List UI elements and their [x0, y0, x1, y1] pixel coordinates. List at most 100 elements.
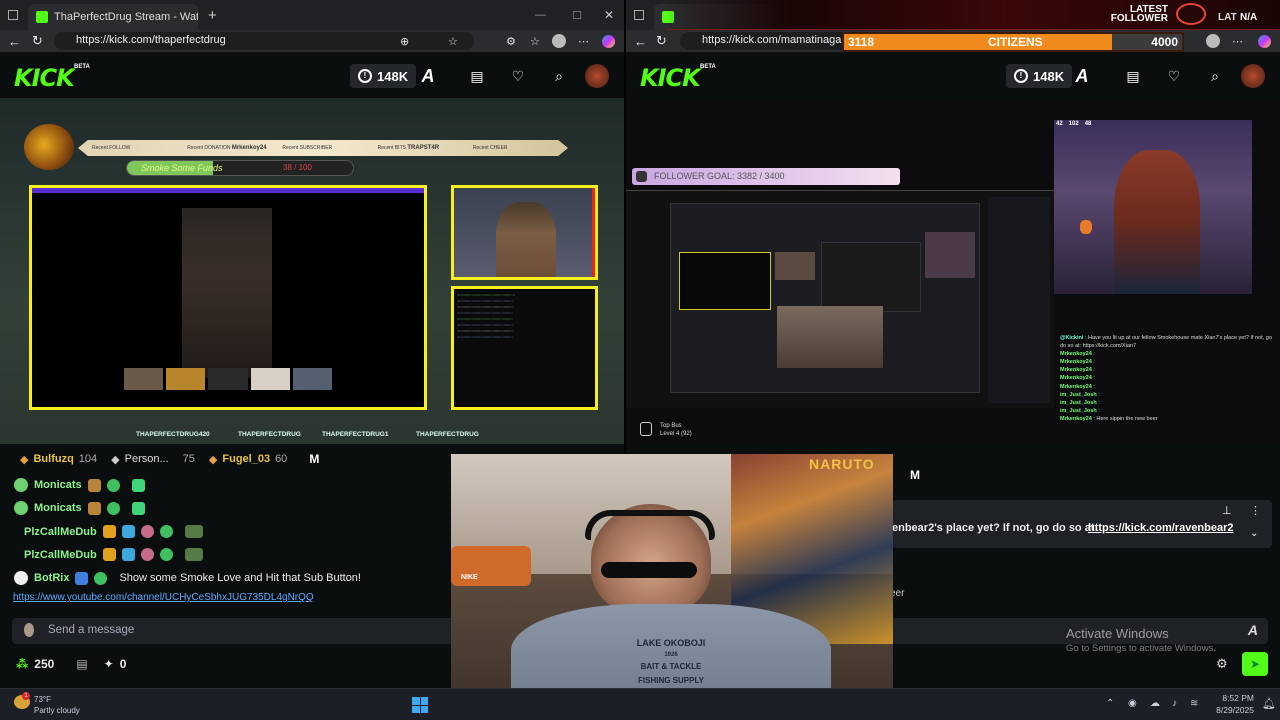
top-bus-level: Level 4 [660, 431, 680, 437]
wifi-icon[interactable]: ≋ [1190, 698, 1198, 709]
verified-badge-icon [106, 478, 120, 492]
clock-date[interactable]: 8/29/2025 [1206, 705, 1254, 715]
leader-more[interactable]: M [910, 468, 920, 482]
alert-label: Recent BITS [377, 145, 406, 151]
clock-time[interactable]: 8:52 PM [1210, 693, 1254, 703]
leader-name[interactable]: Bulfuzq [33, 453, 73, 465]
nested-cam [775, 252, 815, 280]
cloud-icon[interactable]: ☁ [1150, 698, 1160, 709]
chat-link[interactable]: https://www.youtube.com/channel/UCHyCeSb… [13, 592, 314, 603]
send-button[interactable]: ➤ [1242, 652, 1268, 676]
thumbnail[interactable] [208, 368, 248, 390]
chat-username[interactable]: BotRix [34, 572, 69, 584]
left-stream-video[interactable]: Recent FOLLOW Recent DONATION Mrkenkoy24… [0, 98, 624, 444]
activate-windows-title: Activate Windows [1066, 626, 1169, 641]
chat-username[interactable]: PlzCallMeDub [24, 526, 97, 538]
bot-avatar [14, 571, 28, 585]
user-avatar[interactable] [585, 64, 609, 88]
profile-icon[interactable] [1206, 34, 1220, 48]
refresh-icon[interactable]: ↻ [32, 33, 43, 49]
leader-name[interactable]: Person... [125, 453, 169, 465]
thumbnail[interactable] [250, 368, 290, 390]
tray-app-icon[interactable]: ◉ [1128, 698, 1137, 709]
search-icon[interactable]: ⌕ [549, 66, 569, 86]
notifications-icon[interactable]: 🔔︎ [1262, 697, 1276, 710]
ak-icon[interactable]: A [418, 66, 438, 86]
points-icon[interactable]: ⁂ [16, 657, 28, 671]
verified-badge-icon [106, 501, 120, 515]
chat-row: Monicats [14, 501, 145, 515]
heart-icon[interactable]: ♡ [508, 66, 528, 86]
chat-username[interactable]: Monicats [34, 479, 82, 491]
tab-actions-icon[interactable] [634, 10, 644, 20]
new-tab-icon[interactable]: + [208, 7, 217, 24]
kick-logo[interactable]: KICK [640, 64, 701, 92]
tray-chevron-icon[interactable]: ⌃ [1106, 698, 1114, 709]
social-handle: THAPERFECTDRUG [238, 431, 301, 438]
thumbnail[interactable] [292, 368, 333, 390]
ak-icon[interactable]: A [1248, 622, 1258, 638]
store-icon[interactable]: ▤ [76, 657, 87, 671]
weather-temp: 73°F [34, 695, 51, 704]
zoom-icon[interactable]: ⊕ [400, 35, 409, 48]
chat-row: Monicats [14, 478, 145, 492]
more-icon[interactable]: ⋯ [578, 35, 589, 48]
copilot-icon[interactable] [1258, 35, 1271, 48]
right-stream-video[interactable]: FOLLOWER GOAL: 3382 / 3400 Top Bus Level… [626, 98, 1280, 446]
viewers-count: 148K [377, 68, 409, 84]
settings-gear-icon[interactable]: ⚙ [1216, 656, 1228, 672]
goal-bar: Smoke Some Funds 38 / 100 [126, 160, 354, 176]
close-window-icon[interactable]: ✕ [604, 8, 614, 22]
more-icon[interactable]: ⋯ [1232, 35, 1243, 48]
leader-count: 60 [275, 453, 288, 465]
left-tab[interactable]: ThaPerfectDrug Stream - Watch L ✕ [28, 4, 198, 30]
citizens-right: 4000 [1151, 35, 1178, 49]
emote-picker-icon[interactable] [24, 623, 34, 637]
social-handle: THAPERFECTDRUG420 [136, 431, 210, 438]
refresh-icon[interactable]: ↻ [656, 33, 667, 49]
pinned-message: enbear2's place yet? If not, go do so at… [892, 500, 1272, 548]
heart-icon[interactable]: ♡ [1164, 66, 1184, 86]
chat-row: PlzCallMeDub [24, 548, 203, 561]
kick-logo[interactable]: KICK [14, 64, 75, 92]
favorite-icon[interactable]: ☆ [448, 35, 458, 48]
windows-start-icon[interactable] [412, 697, 428, 713]
pinned-link[interactable]: https://kick.com/ravenbear2 [1088, 522, 1234, 534]
user-avatar[interactable] [1241, 64, 1265, 88]
more-vert-icon[interactable]: ⋮ [1250, 504, 1261, 517]
leader-more[interactable]: M [309, 452, 319, 466]
back-icon[interactable]: ← [634, 34, 647, 49]
right-url-field[interactable]: https://kick.com/mamatinagaming [680, 32, 865, 50]
store-icon[interactable]: ▤ [1123, 66, 1143, 86]
sparkle-count: 0 [119, 657, 127, 671]
minimize-icon[interactable]: — [535, 9, 546, 21]
viewers-pill[interactable]: ! 148K [350, 64, 417, 88]
chat-username[interactable]: Monicats [34, 502, 82, 514]
extensions-icon[interactable]: ⚙ [506, 35, 516, 48]
copilot-icon[interactable] [602, 35, 615, 48]
overlay-chat: ::::::::::::::::::::::::::::::::::::::::… [451, 286, 598, 410]
thumbnail[interactable] [166, 368, 206, 390]
hoodie-text: FISHING SUPPLY [638, 676, 704, 685]
viewers-pill[interactable]: ! 148K [1006, 64, 1073, 88]
leader-name[interactable]: Fugel_03 [222, 453, 270, 465]
ak-icon[interactable]: A [1072, 66, 1092, 86]
tab-actions-icon[interactable] [8, 10, 18, 20]
chat-username[interactable]: PlzCallMeDub [24, 549, 97, 561]
avatar [14, 501, 28, 515]
pin-icon[interactable]: ⊥ [1222, 504, 1232, 517]
search-icon[interactable]: ⌕ [1205, 66, 1225, 86]
mic-icon[interactable]: ♪ [1172, 698, 1177, 709]
sparkle-icon[interactable]: ✦ [104, 657, 114, 671]
left-url-field[interactable]: https://kick.com/thaperfectdrug [54, 32, 474, 50]
beta-label: BETA [700, 64, 716, 70]
thumbnail[interactable] [124, 368, 164, 390]
chevron-down-icon[interactable]: ⌄ [1250, 528, 1258, 539]
verified-badge-icon [159, 525, 173, 538]
profile-icon[interactable] [552, 34, 566, 48]
store-icon[interactable]: ▤ [467, 66, 487, 86]
maximize-icon[interactable]: ☐ [572, 9, 582, 22]
collections-icon[interactable]: ☆ [530, 35, 540, 48]
hoodie-year: 1926 [664, 652, 678, 658]
back-icon[interactable]: ← [8, 34, 21, 49]
